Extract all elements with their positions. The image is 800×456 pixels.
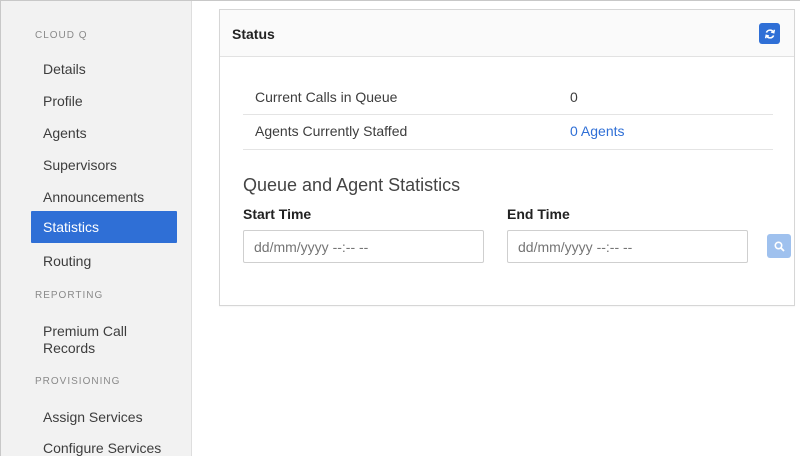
row-divider (243, 149, 773, 150)
panel-header: Status (220, 10, 794, 57)
sidebar-item-details[interactable]: Details (31, 61, 177, 78)
sidebar-item-profile[interactable]: Profile (31, 93, 177, 110)
section-reporting: REPORTING (35, 290, 104, 301)
refresh-icon (764, 28, 775, 39)
sidebar-item-configure-services[interactable]: Configure Services (31, 440, 177, 456)
row-agents-staffed: Agents Currently Staffed 0 Agents (243, 114, 773, 149)
sidebar-item-statistics[interactable]: Statistics (31, 211, 177, 243)
start-time-input[interactable] (243, 230, 484, 263)
sidebar-item-announcements[interactable]: Announcements (31, 189, 177, 206)
search-button[interactable] (767, 234, 791, 258)
premium-call-records-line1: Premium Call (43, 323, 128, 339)
sidebar-item-assign-services[interactable]: Assign Services (31, 409, 177, 426)
section-provisioning: PROVISIONING (35, 376, 121, 387)
stats-section-title: Queue and Agent Statistics (243, 175, 461, 195)
agents-staffed-link[interactable]: 0 Agents (570, 123, 625, 139)
end-time-label: End Time (507, 206, 570, 222)
current-calls-label: Current Calls in Queue (255, 89, 398, 105)
refresh-button[interactable] (759, 23, 780, 44)
search-icon (773, 240, 785, 252)
sidebar: CLOUD Q Details Profile Agents Superviso… (1, 1, 192, 456)
section-cloud-q: CLOUD Q (35, 30, 88, 41)
premium-call-records-line2: Records (43, 340, 96, 356)
sidebar-item-premium-call-records[interactable]: Premium Call Records (31, 323, 177, 357)
end-time-input[interactable] (507, 230, 748, 263)
sidebar-item-routing[interactable]: Routing (31, 253, 177, 270)
status-panel: Status Current Calls in Queue 0 Agents C… (219, 9, 795, 306)
row-current-calls: Current Calls in Queue 0 (243, 80, 773, 115)
current-calls-value: 0 (570, 89, 578, 105)
panel-title: Status (232, 26, 275, 42)
sidebar-item-supervisors[interactable]: Supervisors (31, 157, 177, 174)
sidebar-item-agents[interactable]: Agents (31, 125, 177, 142)
agents-staffed-label: Agents Currently Staffed (255, 123, 408, 139)
start-time-label: Start Time (243, 206, 312, 222)
